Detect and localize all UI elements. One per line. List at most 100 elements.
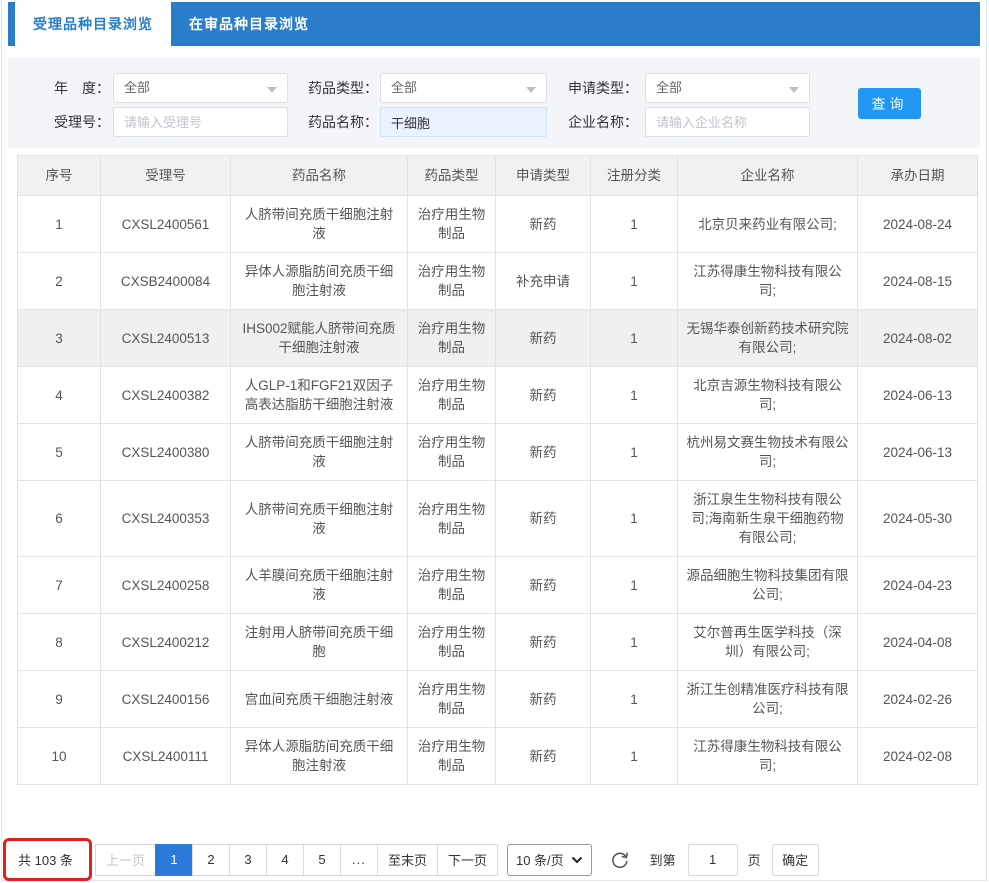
page-button[interactable]: 1 — [155, 844, 193, 876]
table-body: 1CXSL2400561人脐带间充质干细胞注射液治疗用生物制品新药1北京贝来药业… — [18, 196, 978, 785]
table-cell: 1 — [591, 310, 678, 367]
page-button[interactable]: 3 — [229, 844, 267, 876]
table-cell: CXSB2400084 — [101, 253, 231, 310]
table-cell: 2024-05-30 — [858, 481, 978, 557]
table-cell: 人羊膜间充质干细胞注射液 — [231, 557, 408, 614]
table-cell: 1 — [591, 557, 678, 614]
table-cell: 新药 — [496, 424, 591, 481]
table-cell: 宫血间充质干细胞注射液 — [231, 671, 408, 728]
table-cell: CXSL2400212 — [101, 614, 231, 671]
table-row[interactable]: 5CXSL2400380人脐带间充质干细胞注射液治疗用生物制品新药1杭州易文赛生… — [18, 424, 978, 481]
table-cell: CXSL2400156 — [101, 671, 231, 728]
table-cell: CXSL2400111 — [101, 728, 231, 785]
table-cell: 新药 — [496, 196, 591, 253]
table-header-cell: 药品类型 — [408, 156, 496, 196]
company-name-input[interactable] — [645, 107, 810, 137]
table-cell: 1 — [591, 671, 678, 728]
table-cell: 异体人源脂肪间充质干细胞注射液 — [231, 728, 408, 785]
table-cell: 新药 — [496, 614, 591, 671]
table-cell: 1 — [591, 614, 678, 671]
table-row[interactable]: 8CXSL2400212注射用人脐带间充质干细胞治疗用生物制品新药1艾尔普再生医… — [18, 614, 978, 671]
table-cell: 8 — [18, 614, 101, 671]
table-cell: 2024-08-15 — [858, 253, 978, 310]
drug-type-label: 药品类型： — [300, 73, 378, 103]
table-cell: 江苏得康生物科技有限公司; — [678, 253, 858, 310]
tab-accepted-catalog[interactable]: 受理品种目录浏览 — [15, 2, 171, 46]
table-cell: 9 — [18, 671, 101, 728]
table-cell: 2 — [18, 253, 101, 310]
annotation-box: 共 103 条 — [3, 838, 92, 881]
pagination-bar: 共 103 条 上一页 12345 ... 至末页 下一页 10 条/页 到第 … — [3, 838, 983, 881]
last-page-button[interactable]: 至末页 — [377, 844, 438, 876]
prev-page-button[interactable]: 上一页 — [95, 844, 156, 876]
next-page-button[interactable]: 下一页 — [437, 844, 498, 876]
table-row[interactable]: 9CXSL2400156宫血间充质干细胞注射液治疗用生物制品新药1浙江生创精准医… — [18, 671, 978, 728]
table-cell: 新药 — [496, 557, 591, 614]
table-cell: 2024-06-13 — [858, 367, 978, 424]
table-cell: 源品细胞生物科技集团有限公司; — [678, 557, 858, 614]
table-row[interactable]: 7CXSL2400258人羊膜间充质干细胞注射液治疗用生物制品新药1源品细胞生物… — [18, 557, 978, 614]
application-type-label: 申请类型： — [560, 73, 638, 103]
table-cell: 治疗用生物制品 — [408, 367, 496, 424]
year-select[interactable]: 全部 — [113, 73, 288, 103]
table-header-cell: 受理号 — [101, 156, 231, 196]
table-cell: IHS002赋能人脐带间充质干细胞注射液 — [231, 310, 408, 367]
chevron-down-icon — [267, 87, 277, 93]
results-table: 序号受理号药品名称药品类型申请类型注册分类企业名称承办日期 1CXSL24005… — [17, 155, 978, 785]
table-cell: 1 — [591, 424, 678, 481]
table-cell: 治疗用生物制品 — [408, 671, 496, 728]
table-cell: CXSL2400353 — [101, 481, 231, 557]
refresh-button[interactable] — [609, 849, 631, 871]
table-row[interactable]: 2CXSB2400084异体人源脂肪间充质干细胞注射液治疗用生物制品补充申请1江… — [18, 253, 978, 310]
table-row[interactable]: 6CXSL2400353人脐带间充质干细胞注射液治疗用生物制品新药1浙江泉生生物… — [18, 481, 978, 557]
table-cell: 杭州易文赛生物技术有限公司; — [678, 424, 858, 481]
application-type-select[interactable]: 全部 — [645, 73, 810, 103]
page-size-select[interactable]: 10 条/页 — [507, 844, 592, 876]
table-row[interactable]: 3CXSL2400513IHS002赋能人脐带间充质干细胞注射液治疗用生物制品新… — [18, 310, 978, 367]
application-type-select-value: 全部 — [656, 80, 682, 95]
drug-type-select[interactable]: 全部 — [380, 73, 547, 103]
filter-panel: 年 度： 全部 药品类型： 全部 申请类型： 全部 受理号： 药品名称： 企业名… — [8, 58, 980, 148]
page-size-value: 10 条/页 — [516, 850, 564, 869]
table-cell: 注射用人脐带间充质干细胞 — [231, 614, 408, 671]
table-cell: 治疗用生物制品 — [408, 253, 496, 310]
table-header-cell: 注册分类 — [591, 156, 678, 196]
table-cell: 异体人源脂肪间充质干细胞注射液 — [231, 253, 408, 310]
page-button[interactable]: 2 — [192, 844, 230, 876]
table-cell: 北京贝来药业有限公司; — [678, 196, 858, 253]
drug-type-select-value: 全部 — [391, 80, 417, 95]
table-cell: 新药 — [496, 310, 591, 367]
tab-under-review-catalog[interactable]: 在审品种目录浏览 — [171, 2, 327, 46]
page-ellipsis[interactable]: ... — [340, 844, 378, 876]
table-cell: 人脐带间充质干细胞注射液 — [231, 481, 408, 557]
table-cell: 6 — [18, 481, 101, 557]
page-button[interactable]: 5 — [303, 844, 341, 876]
table-cell: 新药 — [496, 728, 591, 785]
search-button[interactable]: 查询 — [858, 88, 921, 119]
table-cell: 5 — [18, 424, 101, 481]
tab-bar: 受理品种目录浏览 在审品种目录浏览 — [8, 2, 980, 46]
table-header-row: 序号受理号药品名称药品类型申请类型注册分类企业名称承办日期 — [18, 156, 978, 196]
drug-name-input[interactable] — [380, 107, 547, 137]
table-cell: 2024-06-13 — [858, 424, 978, 481]
table-row[interactable]: 10CXSL2400111异体人源脂肪间充质干细胞注射液治疗用生物制品新药1江苏… — [18, 728, 978, 785]
chevron-down-icon — [526, 87, 536, 93]
refresh-icon — [609, 849, 631, 871]
table-cell: 2024-02-08 — [858, 728, 978, 785]
acceptance-no-input[interactable] — [113, 107, 288, 137]
table-cell: 2024-02-26 — [858, 671, 978, 728]
table-cell: 浙江生创精准医疗科技有限公司; — [678, 671, 858, 728]
table-cell: CXSL2400380 — [101, 424, 231, 481]
table-cell: 江苏得康生物科技有限公司; — [678, 728, 858, 785]
confirm-button[interactable]: 确定 — [772, 844, 819, 876]
table-cell: 治疗用生物制品 — [408, 424, 496, 481]
goto-page-input[interactable] — [688, 844, 738, 876]
chevron-down-icon — [789, 87, 799, 93]
table-row[interactable]: 4CXSL2400382人GLP-1和FGF21双因子高表达脂肪干细胞注射液治疗… — [18, 367, 978, 424]
table-row[interactable]: 1CXSL2400561人脐带间充质干细胞注射液治疗用生物制品新药1北京贝来药业… — [18, 196, 978, 253]
table-cell: 人GLP-1和FGF21双因子高表达脂肪干细胞注射液 — [231, 367, 408, 424]
page-button-group: 上一页 12345 ... 至末页 下一页 — [96, 844, 498, 876]
table-cell: 新药 — [496, 481, 591, 557]
table-cell: 1 — [591, 253, 678, 310]
page-button[interactable]: 4 — [266, 844, 304, 876]
